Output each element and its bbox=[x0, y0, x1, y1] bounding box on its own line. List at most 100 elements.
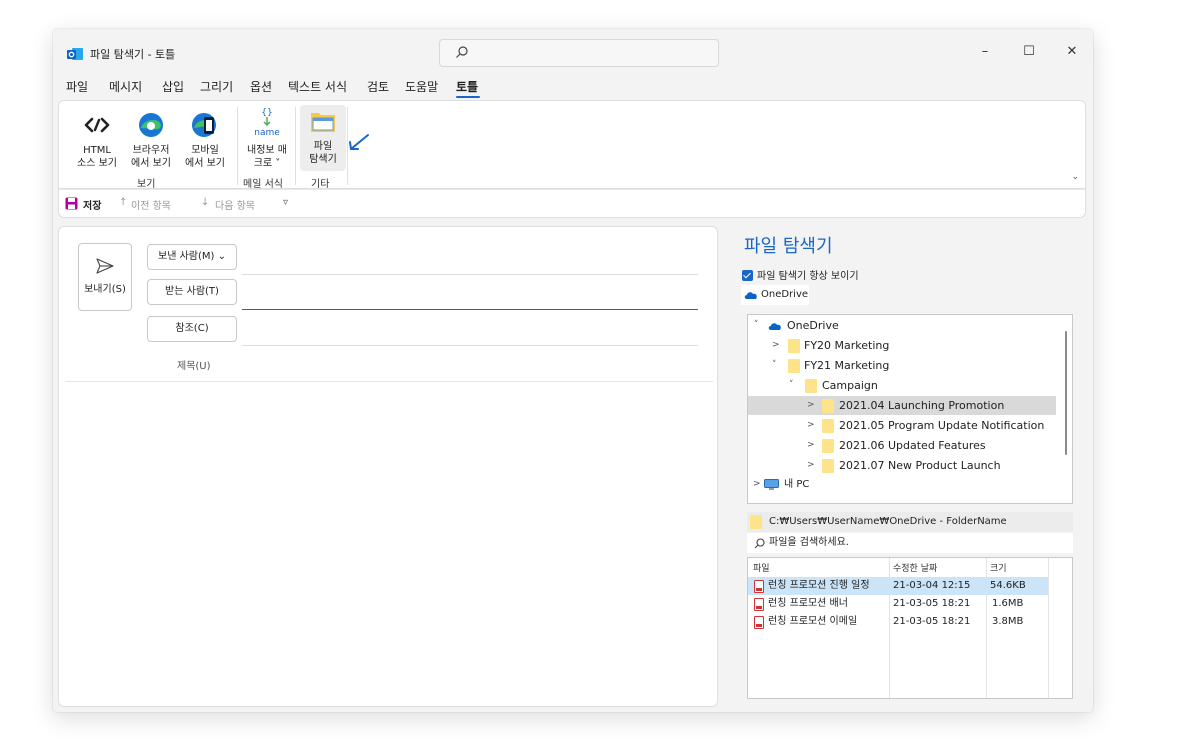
tab-onedrive-label: OneDrive bbox=[761, 289, 809, 300]
tree-item-2021-06[interactable]: > 2021.06 Updated Features bbox=[748, 436, 1056, 455]
file-modified: 21-03-05 18:21 bbox=[893, 616, 971, 627]
title-search-box[interactable] bbox=[439, 39, 719, 67]
tree-item-2021-04[interactable]: > 2021.04 Launching Promotion bbox=[748, 396, 1056, 415]
down-arrow-icon[interactable]: ↓ bbox=[201, 197, 209, 208]
pointer-arrow-icon bbox=[349, 134, 369, 150]
send-label: 보내기(S) bbox=[84, 284, 126, 295]
file-name: 런칭 프로모션 배너 bbox=[768, 598, 848, 609]
file-explorer-label-1: 파일 bbox=[313, 141, 333, 152]
html-source-button[interactable]: HTML 소스 보기 bbox=[71, 111, 123, 170]
subject-label[interactable]: 제목(U) bbox=[177, 357, 211, 372]
tree-label: 2021.05 Program Update Notification bbox=[839, 419, 1045, 432]
customize-dropdown-icon[interactable]: ▿ bbox=[283, 197, 288, 208]
menu-message[interactable]: 메시지 bbox=[109, 78, 142, 95]
minimize-button[interactable]: – bbox=[970, 41, 1000, 63]
chevron-down-icon[interactable]: ˅ bbox=[754, 316, 759, 335]
chevron-right-icon[interactable]: > bbox=[772, 336, 780, 355]
group-label-etc: 기타 bbox=[311, 179, 330, 190]
menu-review[interactable]: 검토 bbox=[367, 78, 389, 95]
window-title: 파일 탐색기 - 토틀 bbox=[90, 48, 176, 61]
to-button[interactable]: 받는 사람(T) bbox=[147, 279, 237, 305]
html-source-label-1: HTML bbox=[83, 145, 111, 156]
tab-onedrive[interactable]: OneDrive bbox=[741, 285, 809, 305]
macro-icon-text: name bbox=[254, 128, 280, 138]
tree-label: FY20 Marketing bbox=[804, 339, 890, 352]
tree-item-2021-05[interactable]: > 2021.05 Program Update Notification bbox=[748, 416, 1056, 435]
menu-options[interactable]: 옵션 bbox=[250, 78, 272, 95]
menu-totle[interactable]: 토틀 bbox=[456, 78, 478, 95]
column-header-modified[interactable]: 수정한 날짜 bbox=[893, 561, 937, 574]
folder-icon bbox=[788, 339, 800, 353]
tree-label: 2021.06 Updated Features bbox=[839, 439, 986, 452]
save-button[interactable]: 저장 bbox=[83, 197, 101, 212]
menu-insert[interactable]: 삽입 bbox=[162, 78, 184, 95]
always-show-checkbox[interactable]: 파일 탐색기 항상 보이기 bbox=[742, 267, 859, 282]
menu-text-format[interactable]: 텍스트 서식 bbox=[288, 78, 347, 95]
tree-item-campaign[interactable]: ˅ Campaign bbox=[748, 376, 1056, 395]
from-button[interactable]: 보낸 사람(M) ⌄ bbox=[147, 244, 237, 270]
checkbox-checked-icon[interactable] bbox=[742, 270, 753, 281]
outlook-window: 파일 탐색기 - 토틀 – ☐ ✕ 파일 메시지 삽입 그리기 옵션 텍스트 서… bbox=[53, 29, 1093, 712]
folder-tree: ˅ OneDrive > FY20 Marketing ˅ FY21 Marke… bbox=[747, 314, 1073, 504]
tree-item-2021-07[interactable]: > 2021.07 New Product Launch bbox=[748, 456, 1056, 475]
macro-label-1: 내정보 매 bbox=[247, 145, 287, 156]
chevron-right-icon[interactable]: > bbox=[753, 475, 761, 494]
file-row[interactable]: 런칭 프로모션 배너 21-03-05 18:21 1.6MB bbox=[748, 595, 1048, 613]
file-row[interactable]: 런칭 프로모션 진행 일정 21-03-04 12:15 54.6KB bbox=[748, 577, 1048, 595]
view-in-browser-button[interactable]: 브라우저 에서 보기 bbox=[125, 111, 177, 170]
menu-draw[interactable]: 그리기 bbox=[200, 78, 233, 95]
pdf-file-icon bbox=[754, 580, 764, 593]
file-modified: 21-03-05 18:21 bbox=[893, 598, 971, 609]
tree-label: 내 PC bbox=[784, 479, 810, 490]
tree-item-my-pc[interactable]: > 내 PC bbox=[748, 475, 1056, 494]
tree-item-fy20[interactable]: > FY20 Marketing bbox=[748, 336, 1056, 355]
column-header-size[interactable]: 크기 bbox=[990, 561, 1007, 574]
chevron-right-icon[interactable]: > bbox=[807, 436, 815, 455]
menu-help[interactable]: 도움말 bbox=[405, 78, 438, 95]
folder-icon bbox=[750, 515, 762, 529]
menu-bar: 파일 메시지 삽입 그리기 옵션 텍스트 서식 검토 도움말 토틀 bbox=[53, 76, 1093, 98]
menu-file[interactable]: 파일 bbox=[66, 78, 88, 95]
outlook-app-icon bbox=[67, 48, 83, 60]
tree-label: OneDrive bbox=[787, 319, 839, 332]
up-arrow-icon[interactable]: ↑ bbox=[119, 197, 127, 208]
my-info-macro-button[interactable]: {} name 내정보 매 크로 ˅ bbox=[239, 107, 295, 170]
subject-divider bbox=[65, 381, 713, 382]
file-explorer-button[interactable]: 파일 탐색기 bbox=[298, 109, 348, 166]
send-button[interactable]: 보내기(S) bbox=[78, 243, 132, 311]
view-in-mobile-button[interactable]: 모바일 에서 보기 bbox=[179, 111, 231, 170]
cc-input[interactable] bbox=[242, 345, 698, 346]
folder-icon bbox=[822, 459, 834, 473]
compose-area: 보내기(S) 보낸 사람(M) ⌄ 받는 사람(T) 참조(C) 제목(U) bbox=[58, 226, 718, 707]
ribbon-collapse-chevron-icon[interactable]: ⌄ bbox=[1071, 172, 1079, 182]
chevron-down-icon[interactable]: ˅ bbox=[789, 376, 794, 395]
save-icon[interactable] bbox=[65, 197, 78, 210]
prev-item-button[interactable]: 이전 항목 bbox=[131, 197, 171, 212]
tree-label: FY21 Marketing bbox=[804, 359, 890, 372]
to-input[interactable] bbox=[242, 309, 698, 310]
file-row[interactable]: 런칭 프로모션 이메일 21-03-05 18:21 3.8MB bbox=[748, 613, 1048, 631]
chevron-right-icon[interactable]: > bbox=[807, 456, 815, 475]
group-label-view: 보기 bbox=[137, 179, 156, 190]
chevron-right-icon[interactable]: > bbox=[807, 416, 815, 435]
tree-label: Campaign bbox=[822, 379, 878, 392]
chevron-down-icon[interactable]: ˅ bbox=[772, 356, 777, 375]
file-size: 1.6MB bbox=[992, 598, 1024, 609]
close-button[interactable]: ✕ bbox=[1057, 41, 1087, 63]
from-line bbox=[242, 274, 698, 275]
cc-button[interactable]: 참조(C) bbox=[147, 316, 237, 342]
tree-scrollbar[interactable] bbox=[1065, 331, 1067, 455]
tree-item-fy21[interactable]: ˅ FY21 Marketing bbox=[748, 356, 1056, 375]
chevron-right-icon[interactable]: > bbox=[807, 396, 815, 415]
maximize-button[interactable]: ☐ bbox=[1014, 41, 1044, 63]
folder-window-icon bbox=[311, 113, 335, 132]
column-header-name[interactable]: 파일 bbox=[753, 561, 770, 574]
file-search-input[interactable]: 파일을 검색하세요. bbox=[747, 533, 1073, 553]
view-in-mobile-label-2: 에서 보기 bbox=[185, 158, 225, 169]
next-item-button[interactable]: 다음 항목 bbox=[215, 197, 255, 212]
column-divider bbox=[1048, 558, 1049, 698]
onedrive-cloud-icon bbox=[744, 292, 757, 299]
tree-item-onedrive[interactable]: ˅ OneDrive bbox=[748, 316, 1056, 335]
macro-label-2: 크로 ˅ bbox=[253, 158, 281, 169]
pdf-file-icon bbox=[754, 616, 764, 629]
